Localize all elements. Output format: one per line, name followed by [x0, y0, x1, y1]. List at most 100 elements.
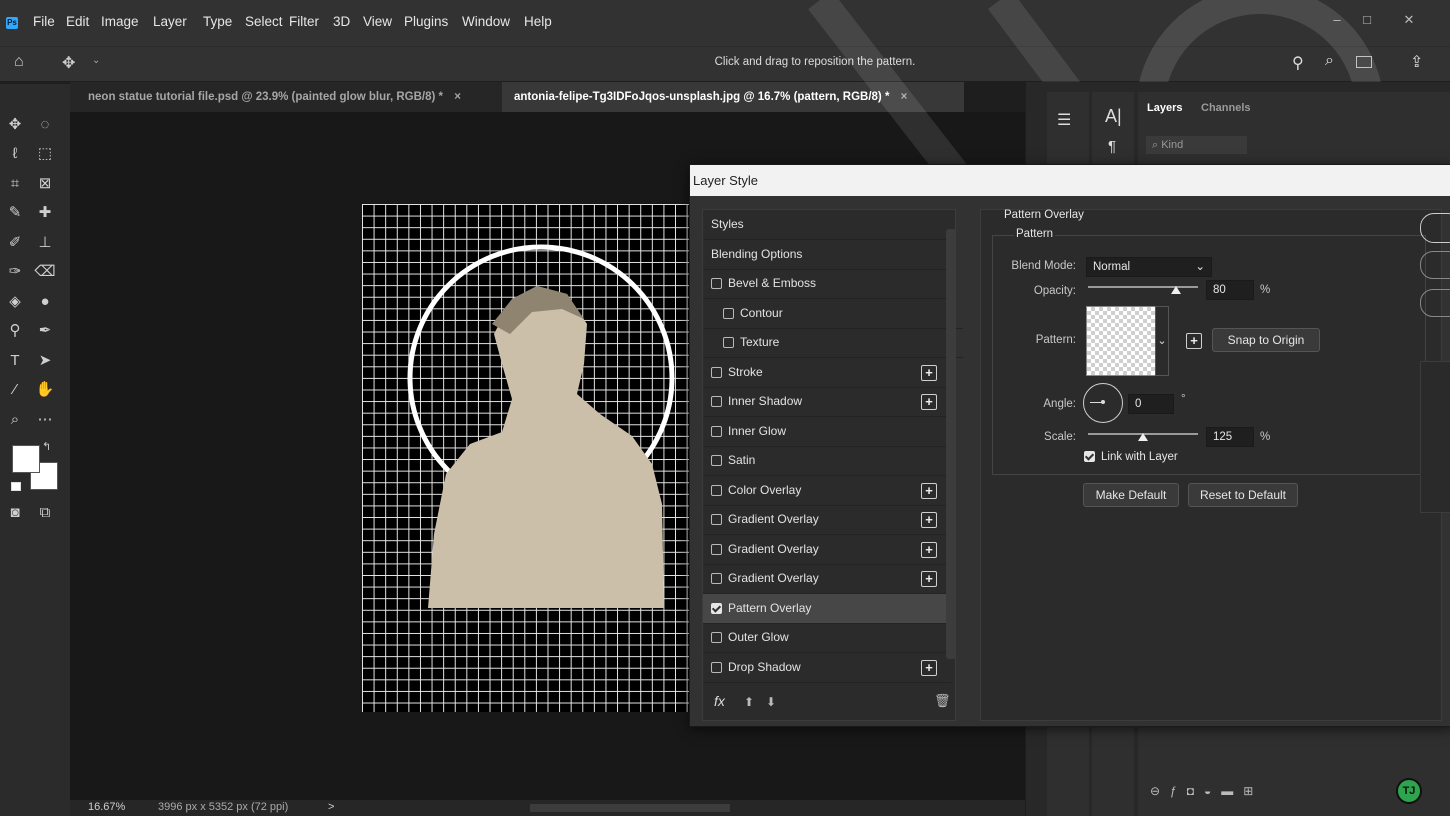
- quick-mask-icon[interactable]: ◙: [4, 502, 26, 524]
- eyedropper-tool-icon[interactable]: ✎: [4, 202, 26, 224]
- layer-actions[interactable]: ⊖ƒ◘◒▬⊞: [1150, 784, 1263, 798]
- checkbox-icon[interactable]: [711, 661, 722, 673]
- add-effect-icon[interactable]: +: [921, 541, 937, 558]
- style-row-gradient-overlay[interactable]: Gradient Overlay +: [703, 564, 951, 594]
- zoom-tool-icon[interactable]: ⌕: [4, 409, 26, 431]
- opacity-slider-thumb[interactable]: [1171, 286, 1181, 294]
- style-row-color-overlay[interactable]: Color Overlay +: [703, 476, 951, 506]
- paragraph-icon[interactable]: ¶: [1108, 138, 1116, 155]
- link-with-layer-checkbox[interactable]: Link with Layer: [1084, 451, 1178, 463]
- move-up-icon[interactable]: ⬆: [744, 695, 754, 709]
- move-tool-icon[interactable]: ✥: [62, 53, 75, 73]
- checkbox-icon[interactable]: [711, 514, 722, 526]
- checkbox-icon[interactable]: [711, 366, 722, 378]
- line-tool-icon[interactable]: ⁄: [4, 379, 26, 401]
- style-row-styles[interactable]: Styles: [703, 210, 951, 240]
- dialog-titlebar[interactable]: Layer Style: [690, 165, 1450, 196]
- make-default-button[interactable]: Make Default: [1083, 483, 1179, 507]
- checkbox-icon[interactable]: [711, 602, 722, 614]
- object-select-tool-icon[interactable]: ⬚: [34, 143, 56, 165]
- pen-tool-icon[interactable]: ✒: [34, 320, 56, 342]
- adjustments-icon[interactable]: ☰: [1057, 110, 1071, 130]
- scale-slider-thumb[interactable]: [1138, 433, 1148, 441]
- style-row-stroke[interactable]: Stroke +: [703, 358, 951, 388]
- tab-close-icon[interactable]: ×: [454, 91, 461, 103]
- move-tool-icon[interactable]: ✥: [4, 114, 26, 136]
- menu-type[interactable]: Type: [203, 14, 232, 29]
- add-effect-icon[interactable]: +: [921, 364, 937, 381]
- style-row-gradient-overlay[interactable]: Gradient Overlay +: [703, 535, 951, 565]
- menu-filter[interactable]: Filter: [289, 14, 319, 29]
- hand-tool-icon[interactable]: ✋: [34, 379, 56, 401]
- new-preset-icon[interactable]: +: [1186, 333, 1202, 349]
- path-select-icon[interactable]: ➤: [34, 350, 56, 372]
- frame-tool-icon[interactable]: ⊠: [34, 173, 56, 195]
- character-icon[interactable]: A|: [1105, 106, 1122, 127]
- style-row-drop-shadow[interactable]: Drop Shadow +: [703, 653, 951, 683]
- status-menu-arrow[interactable]: >: [328, 801, 334, 813]
- checkbox-icon[interactable]: [723, 307, 734, 319]
- add-effect-icon[interactable]: +: [921, 512, 937, 528]
- foreground-color-swatch[interactable]: [12, 445, 40, 473]
- home-icon[interactable]: ⌂: [14, 53, 24, 71]
- zoom-level[interactable]: 16.67%: [88, 801, 125, 813]
- menu-window[interactable]: Window: [462, 14, 510, 29]
- ok-button[interactable]: [1420, 213, 1450, 243]
- menu-plugins[interactable]: Plugins: [404, 14, 448, 29]
- paint-bucket-icon[interactable]: ◈: [4, 291, 26, 313]
- scale-slider[interactable]: [1088, 427, 1198, 441]
- style-row-inner-glow[interactable]: Inner Glow: [703, 417, 951, 447]
- healing-tool-icon[interactable]: ✚: [34, 202, 56, 224]
- add-effect-icon[interactable]: +: [921, 571, 937, 587]
- menu-file[interactable]: File: [33, 14, 55, 29]
- checkbox-icon[interactable]: [711, 543, 722, 555]
- screen-mode-icon[interactable]: ⧉: [34, 502, 56, 524]
- blur-tool-icon[interactable]: ●: [34, 291, 56, 313]
- checkbox-icon[interactable]: [711, 425, 722, 437]
- style-row-pattern-overlay[interactable]: Pattern Overlay: [703, 593, 951, 624]
- eraser-tool-icon[interactable]: ⌫: [34, 261, 56, 283]
- style-row-bevel-emboss[interactable]: Bevel & Emboss: [703, 269, 951, 299]
- opacity-slider[interactable]: [1088, 280, 1198, 294]
- tab-channels[interactable]: Channels: [1201, 102, 1251, 114]
- angle-input[interactable]: 0: [1128, 394, 1174, 414]
- more-tools-icon[interactable]: ⋯: [34, 409, 56, 431]
- checkbox-icon[interactable]: [723, 337, 734, 349]
- style-row-outer-glow[interactable]: Outer Glow: [703, 623, 951, 653]
- marquee-tool-icon[interactable]: ◌: [34, 114, 56, 136]
- snap-to-origin-button[interactable]: Snap to Origin: [1212, 328, 1320, 352]
- tab-neon-statue[interactable]: neon statue tutorial file.psd @ 23.9% (p…: [70, 82, 522, 112]
- menu-image[interactable]: Image: [101, 14, 139, 29]
- swap-colors-icon[interactable]: ↰: [42, 440, 51, 453]
- crop-tool-icon[interactable]: ⌗: [4, 173, 26, 195]
- style-row-contour[interactable]: Contour: [703, 299, 963, 329]
- new-style-button[interactable]: [1420, 289, 1450, 317]
- chevron-down-icon[interactable]: ⌄: [92, 55, 100, 66]
- menu-help[interactable]: Help: [524, 14, 552, 29]
- menu-edit[interactable]: Edit: [66, 14, 89, 29]
- style-row-texture[interactable]: Texture: [703, 328, 963, 358]
- tab-layers[interactable]: Layers: [1147, 102, 1182, 114]
- layer-filter-select[interactable]: ⌕ Kind: [1146, 136, 1247, 154]
- horizontal-scrollbar[interactable]: [530, 804, 730, 812]
- styles-scrollbar[interactable]: [946, 229, 956, 659]
- default-colors-icon[interactable]: [11, 482, 21, 491]
- delete-effect-icon[interactable]: 🗑: [934, 693, 951, 709]
- checkbox-icon[interactable]: [711, 484, 722, 496]
- add-effect-icon[interactable]: +: [921, 659, 937, 676]
- cancel-button[interactable]: [1420, 251, 1450, 279]
- type-tool-icon[interactable]: T: [4, 350, 26, 372]
- move-down-icon[interactable]: ⬇: [766, 695, 776, 709]
- angle-dial[interactable]: [1083, 383, 1123, 423]
- checkbox-icon[interactable]: [711, 573, 722, 585]
- blend-mode-select[interactable]: Normal ⌄: [1086, 257, 1212, 277]
- opacity-input[interactable]: 80: [1206, 280, 1254, 300]
- scale-input[interactable]: 125: [1206, 427, 1254, 447]
- add-effect-icon[interactable]: +: [921, 482, 937, 499]
- menu-view[interactable]: View: [363, 14, 392, 29]
- dodge-tool-icon[interactable]: ⚲: [4, 320, 26, 342]
- menu-select[interactable]: Select: [245, 14, 283, 29]
- fx-icon[interactable]: fx: [714, 693, 725, 709]
- checkbox-icon[interactable]: [711, 278, 722, 290]
- style-row-blending-options[interactable]: Blending Options: [703, 240, 951, 270]
